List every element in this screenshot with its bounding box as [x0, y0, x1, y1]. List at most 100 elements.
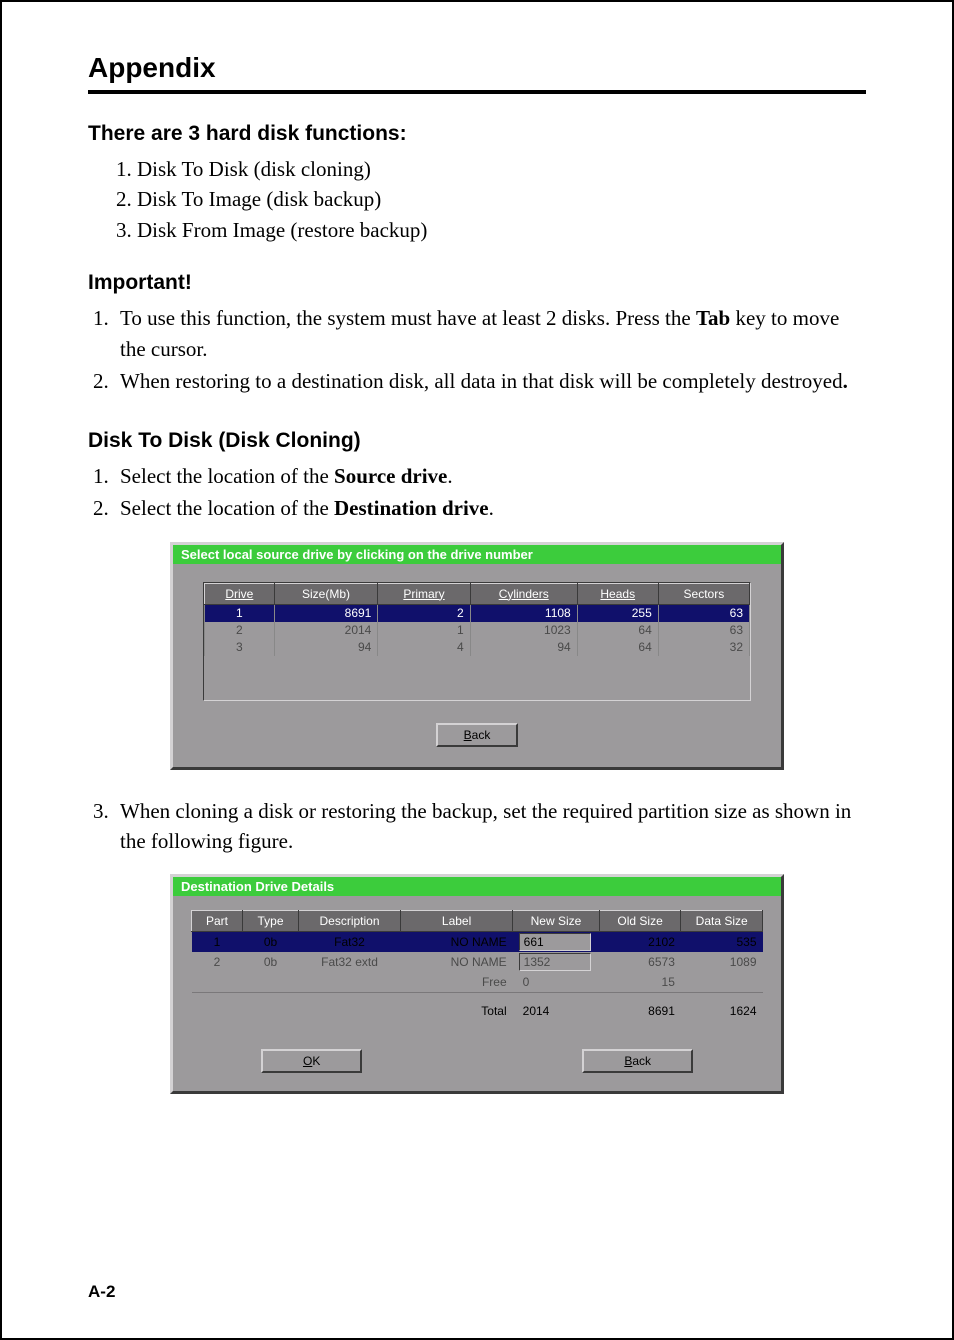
- cell: 535: [681, 932, 763, 953]
- col-description[interactable]: Description: [299, 911, 401, 932]
- cell: 1023: [470, 622, 577, 639]
- table-row[interactable]: 2 0b Fat32 extd NO NAME 1352 6573 1089: [192, 952, 763, 972]
- cell: 0: [513, 972, 600, 993]
- cell: 0b: [242, 932, 298, 953]
- dialog-button-row: Back: [203, 723, 751, 747]
- dialog-title: Destination Drive Details: [173, 877, 781, 896]
- list-item: To use this function, the system must ha…: [114, 303, 866, 364]
- text: Select the location of the: [120, 464, 334, 488]
- disk-to-disk-steps: Select the location of the Source drive.…: [88, 461, 866, 524]
- important-list: To use this function, the system must ha…: [88, 303, 866, 396]
- cell: 94: [274, 639, 378, 656]
- back-button[interactable]: Back: [582, 1049, 693, 1073]
- table-row[interactable]: 1 0b Fat32 NO NAME 661 2102 535: [192, 932, 763, 953]
- disk-to-disk-heading: Disk To Disk (Disk Cloning): [88, 429, 866, 453]
- cell: 2102: [599, 932, 681, 953]
- total-row: Total 2014 8691 1624: [192, 1001, 763, 1021]
- list-item: When cloning a disk or restoring the bac…: [114, 796, 866, 857]
- col-label[interactable]: Label: [401, 911, 513, 932]
- dialog-body: Part Type Description Label New Size Old…: [173, 896, 781, 1091]
- select-source-drive-dialog: Select local source drive by clicking on…: [170, 542, 784, 770]
- table-row[interactable]: 2 2014 1 1023 64 63: [205, 622, 750, 639]
- cell: 0b: [242, 952, 298, 972]
- list-item: 2. Disk To Image (disk backup): [88, 184, 866, 214]
- text: To use this function, the system must ha…: [120, 306, 696, 330]
- title-rule: [88, 90, 866, 94]
- drive-table-wrap: Drive Size(Mb) Primary Cylinders Heads S…: [203, 582, 751, 701]
- col-size[interactable]: Size(Mb): [274, 583, 378, 604]
- cell: 63: [658, 604, 749, 622]
- functions-list: 1. Disk To Disk (disk cloning) 2. Disk T…: [88, 154, 866, 245]
- cell: 3: [205, 639, 275, 656]
- cell: 1: [192, 932, 243, 953]
- cell: 1: [378, 622, 470, 639]
- text: When restoring to a destination disk, al…: [120, 369, 843, 393]
- cell: 2: [205, 622, 275, 639]
- new-size-input[interactable]: 1352: [519, 953, 591, 971]
- cell: 1: [205, 604, 275, 622]
- cell: 6573: [599, 952, 681, 972]
- cell: 2: [192, 952, 243, 972]
- text: Select the location of the: [120, 496, 334, 520]
- table-row[interactable]: 3 94 4 94 64 32: [205, 639, 750, 656]
- cell: 661: [513, 932, 600, 953]
- table-row[interactable]: 1 8691 2 1108 255 63: [205, 604, 750, 622]
- cell: 64: [577, 639, 658, 656]
- destination-drive-dialog: Destination Drive Details Part Type Desc…: [170, 874, 784, 1094]
- list-item: 1. Disk To Disk (disk cloning): [88, 154, 866, 184]
- cell: Fat32: [299, 932, 401, 953]
- disk-to-disk-steps-cont: When cloning a disk or restoring the bac…: [88, 796, 866, 857]
- cell: NO NAME: [401, 932, 513, 953]
- text-bold: Destination drive: [334, 496, 489, 520]
- col-data-size[interactable]: Data Size: [681, 911, 763, 932]
- dialog-button-row: OK Back: [191, 1049, 763, 1073]
- text: .: [489, 496, 494, 520]
- important-heading: Important!: [88, 271, 866, 295]
- cell: [681, 972, 763, 993]
- text: .: [447, 464, 452, 488]
- cell: 94: [470, 639, 577, 656]
- col-cylinders[interactable]: Cylinders: [470, 583, 577, 604]
- col-part[interactable]: Part: [192, 911, 243, 932]
- cell: 1089: [681, 952, 763, 972]
- page: Appendix There are 3 hard disk functions…: [0, 0, 954, 1340]
- functions-heading: There are 3 hard disk functions:: [88, 122, 866, 146]
- cell: 4: [378, 639, 470, 656]
- new-size-input[interactable]: 661: [519, 933, 591, 951]
- drive-table: Drive Size(Mb) Primary Cylinders Heads S…: [204, 583, 750, 656]
- col-primary[interactable]: Primary: [378, 583, 470, 604]
- ok-button[interactable]: OK: [261, 1049, 362, 1073]
- list-item: Select the location of the Destination d…: [114, 493, 866, 523]
- cell: 64: [577, 622, 658, 639]
- list-item: 3. Disk From Image (restore backup): [88, 215, 866, 245]
- col-new-size[interactable]: New Size: [513, 911, 600, 932]
- cell: 1108: [470, 604, 577, 622]
- col-old-size[interactable]: Old Size: [599, 911, 681, 932]
- cell: 63: [658, 622, 749, 639]
- col-drive[interactable]: Drive: [205, 583, 275, 604]
- free-row: Free 0 15: [192, 972, 763, 993]
- list-item: When restoring to a destination disk, al…: [114, 366, 866, 396]
- cell: 255: [577, 604, 658, 622]
- cell: 2: [378, 604, 470, 622]
- cell: 2014: [513, 1001, 600, 1021]
- text-bold: Tab: [696, 306, 730, 330]
- col-heads[interactable]: Heads: [577, 583, 658, 604]
- cell: 32: [658, 639, 749, 656]
- page-number: A-2: [88, 1282, 115, 1302]
- cell: NO NAME: [401, 952, 513, 972]
- cell: 8691: [274, 604, 378, 622]
- cell: Fat32 extd: [299, 952, 401, 972]
- cell: Free: [401, 972, 513, 993]
- cell: 8691: [599, 1001, 681, 1021]
- cell: 2014: [274, 622, 378, 639]
- list-item: Select the location of the Source drive.: [114, 461, 866, 491]
- page-title: Appendix: [88, 52, 866, 84]
- col-sectors[interactable]: Sectors: [658, 583, 749, 604]
- col-type[interactable]: Type: [242, 911, 298, 932]
- text-bold: .: [843, 369, 848, 393]
- text-bold: Source drive: [334, 464, 447, 488]
- dialog-title: Select local source drive by clicking on…: [173, 545, 781, 564]
- cell: Total: [401, 1001, 513, 1021]
- back-button[interactable]: Back: [436, 723, 519, 747]
